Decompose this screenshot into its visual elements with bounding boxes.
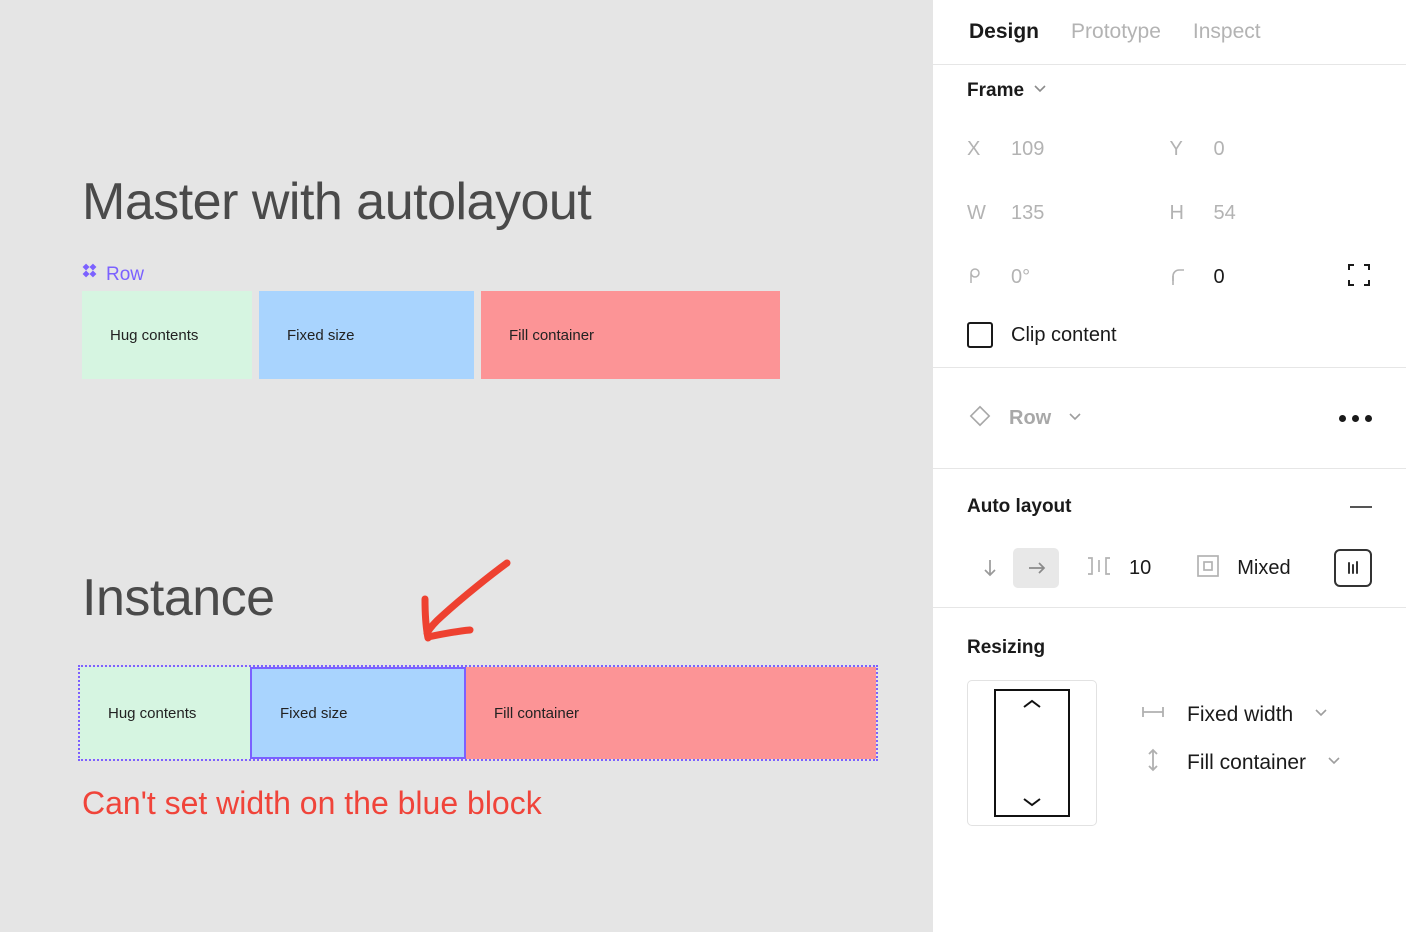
width-field[interactable]: W 135	[967, 181, 1170, 245]
corner-radius-value[interactable]: 0	[1214, 266, 1225, 289]
fill-container-block[interactable]: Fill container	[466, 667, 876, 759]
resizing-options: Fixed width Fill con	[1139, 680, 1342, 778]
fill-container-label: Fill container	[466, 705, 579, 722]
minus-icon[interactable]	[1350, 506, 1372, 508]
tab-prototype[interactable]: Prototype	[1071, 20, 1161, 44]
component-diamond-icon	[82, 263, 99, 286]
spacing-between-icon	[1085, 554, 1113, 583]
resizing-heading: Resizing	[967, 637, 1045, 659]
horizontal-resize-icon	[1139, 702, 1167, 727]
height-label: H	[1170, 202, 1200, 225]
resize-preview-inner	[994, 689, 1070, 817]
auto-layout-heading: Auto layout	[967, 496, 1072, 518]
frame-section: Frame X 109 Y 0 W 135	[933, 65, 1406, 368]
clip-content-row[interactable]: Clip content	[967, 303, 1372, 367]
rotation-value[interactable]: 0°	[1011, 266, 1030, 289]
padding-value[interactable]: Mixed	[1237, 557, 1290, 580]
component-row-name: Row	[1009, 407, 1051, 430]
design-panel: Design Prototype Inspect Frame X 109	[932, 0, 1406, 932]
fixed-size-block[interactable]: Fixed size	[250, 667, 466, 759]
x-value[interactable]: 109	[1011, 138, 1044, 161]
auto-layout-header: Auto layout	[967, 469, 1372, 529]
chevron-up-icon	[1021, 698, 1043, 710]
width-label: W	[967, 202, 997, 225]
chevron-down-icon[interactable]	[1067, 408, 1083, 429]
component-label-text: Row	[106, 264, 144, 286]
independent-corners-icon[interactable]	[1346, 262, 1372, 293]
component-name-label[interactable]: Row	[82, 263, 144, 286]
frame-properties-grid: X 109 Y 0 W 135 H 54	[967, 117, 1372, 309]
resizing-header: Resizing	[967, 608, 1372, 670]
resize-preview-icon[interactable]	[967, 680, 1097, 826]
auto-layout-controls: 10 Mixed	[967, 529, 1372, 607]
master-section-title: Master with autolayout	[82, 172, 591, 232]
instance-row-frame[interactable]: Hug contents Fixed size Fill container	[80, 667, 876, 759]
height-resizing-value: Fill container	[1187, 751, 1306, 775]
app-root: Master with autolayout Row Hug contents	[0, 0, 1406, 932]
hug-contents-block[interactable]: Hug contents	[80, 667, 250, 759]
x-field[interactable]: X 109	[967, 117, 1170, 181]
y-field[interactable]: Y 0	[1170, 117, 1373, 181]
vertical-resize-icon	[1139, 747, 1167, 778]
master-row-frame[interactable]: Hug contents Fixed size Fill container	[82, 291, 780, 379]
alignment-settings-icon[interactable]	[1334, 549, 1372, 587]
resizing-body: Fixed width Fill con	[967, 670, 1372, 826]
red-arrow-canvas-icon	[404, 558, 519, 653]
width-value[interactable]: 135	[1011, 202, 1044, 225]
clip-content-checkbox[interactable]	[967, 322, 993, 348]
direction-vertical-button[interactable]	[967, 548, 1013, 588]
hug-contents-label: Hug contents	[80, 705, 196, 722]
height-resizing-dropdown[interactable]: Fill container	[1139, 747, 1342, 778]
corner-radius-icon	[1170, 267, 1200, 288]
auto-layout-section: Auto layout	[933, 469, 1406, 608]
instance-section-title: Instance	[82, 568, 275, 628]
height-field[interactable]: H 54	[1170, 181, 1373, 245]
fill-container-label: Fill container	[481, 327, 594, 344]
padding-field[interactable]: Mixed	[1195, 553, 1290, 584]
x-label: X	[967, 138, 997, 161]
width-resizing-dropdown[interactable]: Fixed width	[1139, 702, 1342, 727]
direction-horizontal-button[interactable]	[1013, 548, 1059, 588]
y-label: Y	[1170, 138, 1200, 161]
padding-icon	[1195, 553, 1221, 584]
panel-tabs: Design Prototype Inspect	[933, 0, 1406, 65]
clip-content-label: Clip content	[1011, 324, 1117, 347]
fixed-size-block[interactable]: Fixed size	[259, 291, 474, 379]
fixed-size-label: Fixed size	[259, 327, 355, 344]
instance-diamond-icon	[967, 403, 993, 434]
frame-heading-text: Frame	[967, 80, 1024, 102]
spacing-field[interactable]: 10	[1085, 554, 1151, 583]
corner-radius-field[interactable]: 0	[1170, 245, 1373, 309]
hug-contents-label: Hug contents	[82, 327, 198, 344]
component-row-header[interactable]: Row	[967, 368, 1372, 468]
chevron-down-icon[interactable]	[1032, 80, 1048, 102]
tab-inspect[interactable]: Inspect	[1193, 20, 1261, 44]
annotation-note-text: Can't set width on the blue block	[82, 785, 542, 822]
chevron-down-icon[interactable]	[1313, 704, 1329, 725]
chevron-down-icon[interactable]	[1326, 752, 1342, 773]
frame-section-header[interactable]: Frame	[967, 65, 1372, 117]
spacing-value[interactable]: 10	[1129, 557, 1151, 580]
width-resizing-value: Fixed width	[1187, 703, 1293, 727]
rotation-icon	[967, 267, 997, 288]
fill-container-block[interactable]: Fill container	[481, 291, 780, 379]
tab-design[interactable]: Design	[969, 20, 1039, 44]
y-value[interactable]: 0	[1214, 138, 1225, 161]
resizing-section: Resizing	[933, 608, 1406, 826]
rotation-field[interactable]: 0°	[967, 245, 1170, 309]
chevron-down-icon	[1021, 796, 1043, 808]
fixed-size-label: Fixed size	[252, 705, 348, 722]
more-options-icon[interactable]	[1339, 415, 1372, 422]
height-value[interactable]: 54	[1214, 202, 1236, 225]
component-section: Row	[933, 368, 1406, 469]
hug-contents-block[interactable]: Hug contents	[82, 291, 252, 379]
design-canvas[interactable]: Master with autolayout Row Hug contents	[0, 0, 932, 932]
